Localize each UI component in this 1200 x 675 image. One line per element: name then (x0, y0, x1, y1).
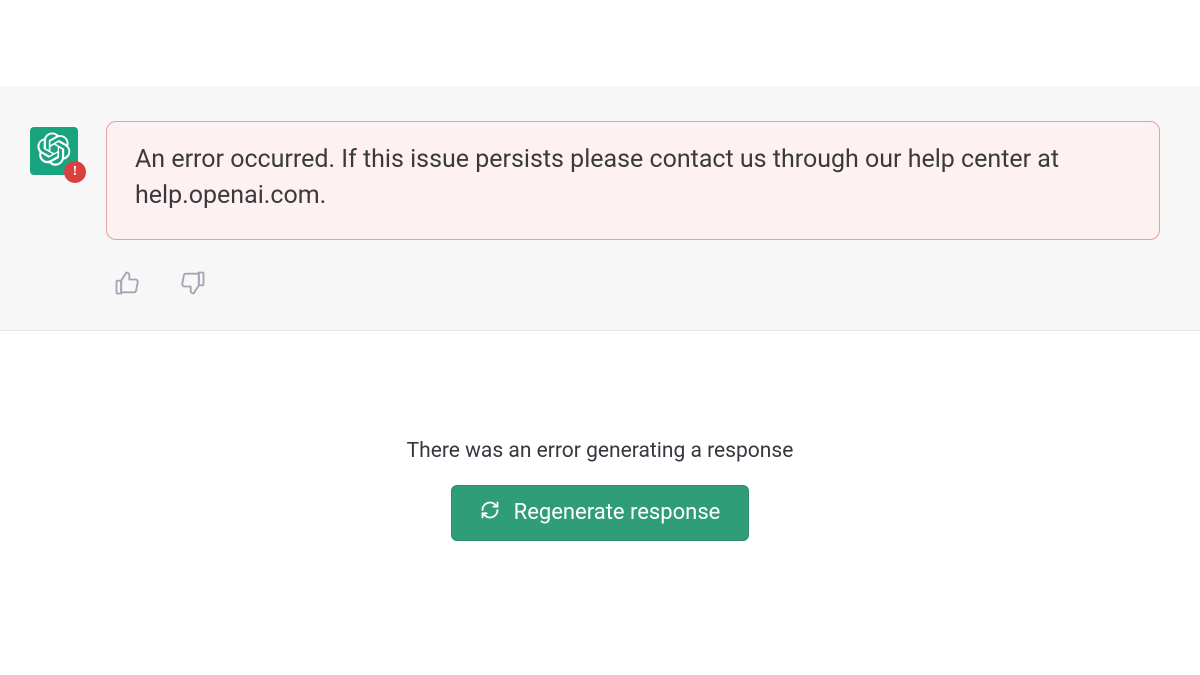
thumbs-down-button[interactable] (178, 270, 208, 300)
error-message-text: An error occurred. If this issue persist… (135, 145, 1059, 210)
footer-area: There was an error generating a response… (0, 331, 1200, 541)
refresh-icon (480, 500, 500, 526)
feedback-row (106, 270, 1160, 300)
error-status-text: There was an error generating a response (0, 439, 1200, 463)
regenerate-button[interactable]: Regenerate response (451, 485, 750, 541)
regenerate-button-label: Regenerate response (514, 500, 721, 525)
assistant-avatar-wrap: ! (30, 127, 78, 175)
error-badge-icon: ! (64, 161, 86, 183)
top-spacer (0, 0, 1200, 86)
message-body: An error occurred. If this issue persist… (106, 121, 1170, 300)
error-message-box: An error occurred. If this issue persist… (106, 121, 1160, 240)
thumbs-down-icon (179, 269, 207, 301)
error-badge-glyph: ! (73, 164, 78, 180)
thumbs-up-button[interactable] (112, 270, 142, 300)
thumbs-up-icon (113, 269, 141, 301)
assistant-message-row: ! An error occurred. If this issue persi… (0, 86, 1200, 331)
